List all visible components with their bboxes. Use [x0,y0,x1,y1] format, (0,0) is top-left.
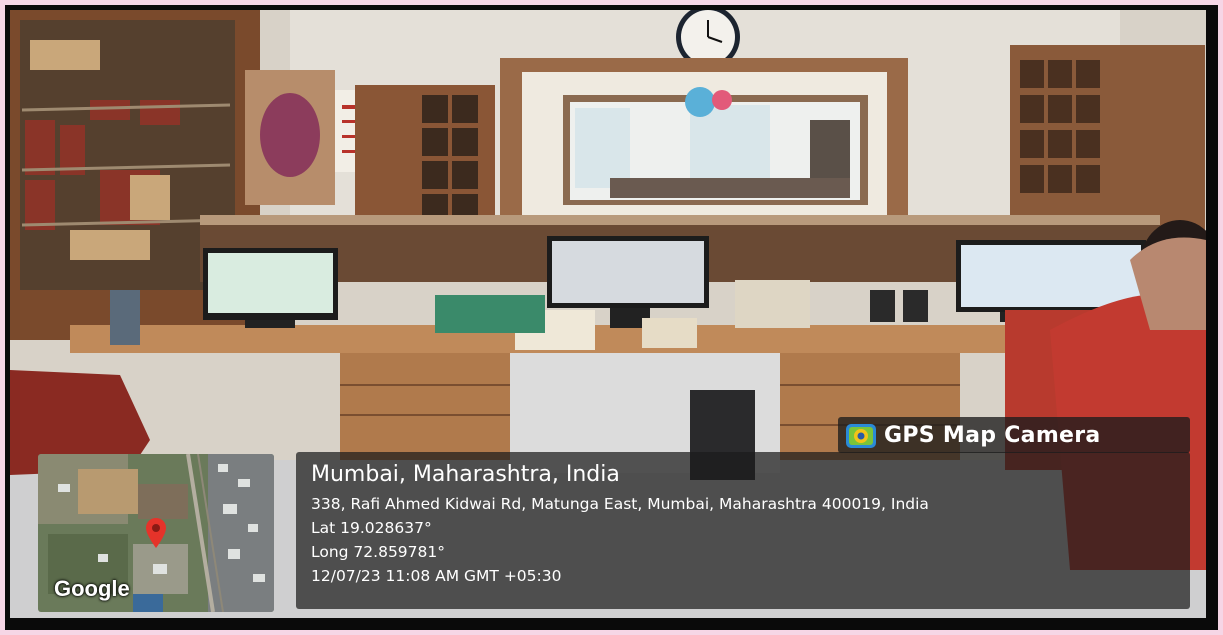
timestamp-text: 12/07/23 11:08 AM GMT +05:30 [311,567,562,585]
app-badge-label: GPS Map Camera [884,422,1101,448]
longitude-text: Long 72.859781° [311,543,446,561]
location-title: Mumbai, Maharashtra, India [311,462,620,487]
latitude-text: Lat 19.028637° [311,519,432,537]
map-thumbnail: Google [38,454,274,612]
location-pin-icon [146,518,166,548]
location-address: 338, Rafi Ahmed Kidwai Rd, Matunga East,… [311,495,929,513]
location-info-panel: Mumbai, Maharashtra, India 338, Rafi Ahm… [296,452,1190,609]
app-badge: GPS Map Camera [838,417,1190,453]
map-camera-icon [846,424,876,448]
map-brand-label: Google [54,576,130,601]
